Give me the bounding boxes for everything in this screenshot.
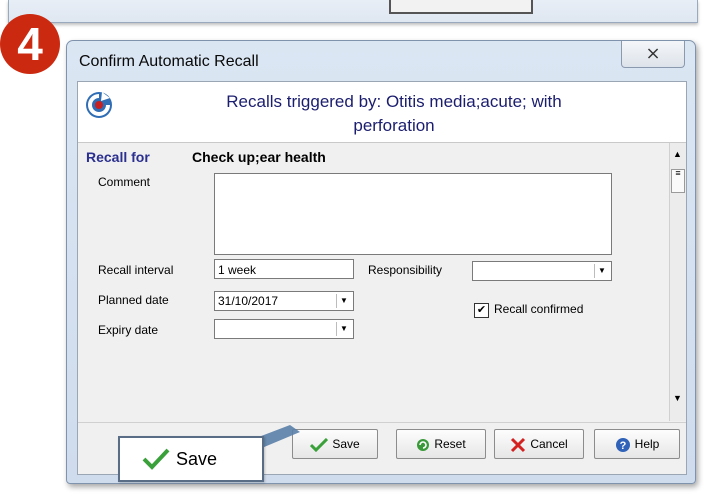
save-button[interactable]: Save (292, 429, 378, 459)
scroll-thumb[interactable]: ≡ (671, 169, 685, 193)
scroll-up-icon[interactable]: ▲ (673, 149, 682, 159)
svg-text:?: ? (619, 440, 626, 452)
cancel-label: Cancel (530, 437, 568, 451)
reset-icon (417, 438, 430, 451)
recall-for-value: Check up;ear health (192, 149, 326, 165)
responsibility-label: Responsibility (368, 263, 443, 277)
callout-label: Save (176, 449, 218, 469)
chevron-down-icon[interactable]: ▼ (336, 322, 351, 336)
responsibility-select[interactable]: ▼ (472, 261, 612, 281)
confirm-recall-dialog: Confirm Automatic Recall ⨯ Recalls trigg… (66, 40, 696, 484)
expiry-date-label: Expiry date (98, 323, 159, 337)
checkmark-icon (310, 437, 329, 452)
cancel-x-icon (511, 437, 526, 452)
chevron-down-icon[interactable]: ▼ (594, 264, 609, 278)
cancel-button[interactable]: Cancel (494, 429, 584, 459)
vertical-scrollbar[interactable]: ▲ ≡ ▼ (669, 143, 686, 421)
planned-date-label: Planned date (98, 293, 169, 307)
background-window (8, 0, 698, 23)
save-callout: Save (118, 436, 264, 482)
chevron-down-icon[interactable]: ▼ (336, 294, 351, 308)
reset-label: Reset (434, 437, 466, 451)
help-label: Help (634, 437, 660, 451)
recall-interval-input[interactable]: 1 week (214, 259, 354, 279)
planned-date-picker[interactable]: 31/10/2017 ▼ (214, 291, 354, 311)
checkmark-icon (142, 448, 170, 470)
planned-date-value: 31/10/2017 (218, 294, 279, 308)
header-title-line1: Recalls triggered by: Otitis media;acute… (226, 92, 562, 111)
help-button[interactable]: ? Help (594, 429, 680, 459)
help-icon: ? (615, 437, 630, 452)
header-band: Recalls triggered by: Otitis media;acute… (78, 82, 686, 143)
close-icon: ⨯ (645, 43, 661, 63)
recall-confirmed-checkbox[interactable]: ✔ (474, 303, 489, 318)
step-badge: 4 (0, 14, 60, 74)
dialog-client-area: Recalls triggered by: Otitis media;acute… (77, 81, 687, 475)
header-title-line2: perforation (353, 116, 435, 135)
reset-button[interactable]: Reset (396, 429, 486, 459)
form-area: Recall for Check up;ear health Comment R… (78, 143, 668, 411)
comment-label: Comment (98, 175, 151, 189)
recall-refresh-icon (86, 92, 112, 118)
recall-confirmed-label: Recall confirmed (494, 302, 584, 316)
save-label: Save (332, 437, 360, 451)
background-button (389, 0, 533, 14)
expiry-date-picker[interactable]: ▼ (214, 319, 354, 339)
recall-interval-label: Recall interval (98, 263, 174, 277)
header-title: Recalls triggered by: Otitis media;acute… (124, 90, 664, 138)
recall-for-label: Recall for (86, 149, 150, 165)
close-button[interactable]: ⨯ (621, 41, 685, 68)
comment-textarea[interactable] (214, 173, 612, 255)
scroll-down-icon[interactable]: ▼ (673, 393, 682, 403)
dialog-title: Confirm Automatic Recall (79, 53, 259, 70)
